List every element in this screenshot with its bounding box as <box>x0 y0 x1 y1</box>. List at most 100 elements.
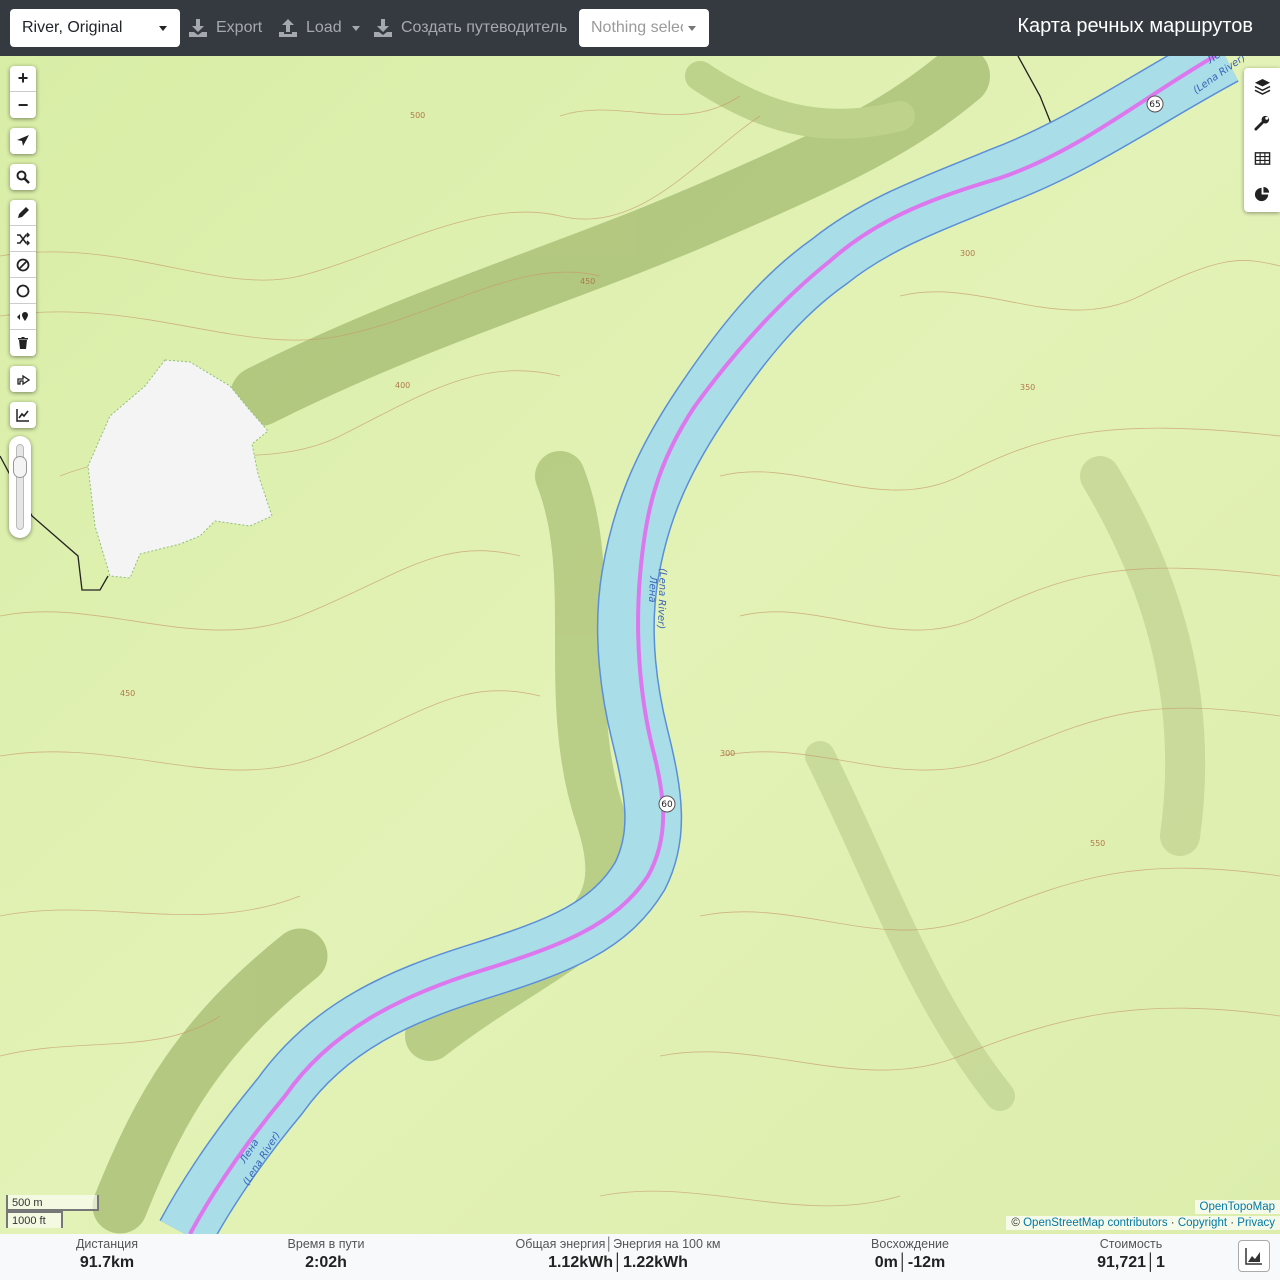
stat-label: Стоимость <box>1099 1237 1163 1251</box>
attribution: © OpenStreetMap contributors · Copyright… <box>1006 1216 1280 1230</box>
poi-icon <box>17 311 28 321</box>
route-stats-bar: Дистанция 91.7km Время в пути 2:02h Обща… <box>0 1234 1280 1280</box>
topo-map[interactable]: 500 450 400 300 350 300 550 450 65 60 Ле… <box>0 56 1280 1234</box>
stat-energy: Общая энергия│Энергия на 100 км 1.12kWh│… <box>516 1234 721 1272</box>
draw-toolbar <box>10 200 36 356</box>
opentopomap-link[interactable]: OpenTopoMap <box>1200 1201 1275 1213</box>
elevation-chart-button[interactable] <box>10 402 36 428</box>
pie-chart-icon <box>1254 186 1269 201</box>
separator: · <box>1170 1217 1175 1229</box>
search-control <box>10 164 36 190</box>
svg-text:550: 550 <box>1090 839 1105 848</box>
locate-control <box>10 128 36 154</box>
stat-value: 91.7km <box>79 1254 135 1271</box>
copyright-link[interactable]: Copyright <box>1178 1217 1227 1229</box>
chevron-down-icon <box>688 26 696 31</box>
route-select-placeholder: Nothing selected <box>591 19 683 36</box>
attribution-layer: OpenTopoMap <box>1194 1200 1280 1214</box>
right-toolbar <box>1244 68 1280 212</box>
settings-icon <box>1253 115 1269 131</box>
create-guide-button[interactable]: Создать путеводитель <box>373 9 567 47</box>
shuffle-button[interactable] <box>10 226 36 252</box>
app-title: Карта речных маршрутов <box>1017 15 1253 37</box>
draw-route-button[interactable] <box>10 200 36 226</box>
upload-icon <box>279 19 297 37</box>
download-icon <box>189 19 207 37</box>
poi-button[interactable] <box>10 304 36 330</box>
svg-text:(Lena River): (Lena River) <box>655 568 668 629</box>
search-button[interactable] <box>10 164 36 190</box>
circle-button[interactable] <box>10 278 36 304</box>
map-canvas[interactable]: 500 450 400 300 350 300 550 450 65 60 Ле… <box>0 56 1280 1234</box>
elevation-control <box>10 402 36 428</box>
chevron-down-icon <box>351 25 360 31</box>
stat-time: Время в пути 2:02h <box>288 1234 365 1272</box>
settings-button[interactable] <box>1244 104 1280 140</box>
svg-text:450: 450 <box>120 689 135 698</box>
no-go-icon <box>16 258 30 271</box>
slider-thumb[interactable] <box>13 456 27 478</box>
separator: · <box>1230 1217 1235 1229</box>
draw-icon <box>18 206 29 218</box>
svg-text:350: 350 <box>1020 383 1035 392</box>
km-marker[interactable]: 60 <box>658 795 676 813</box>
table-icon <box>1254 151 1270 165</box>
shuffle-icon <box>17 231 30 246</box>
load-label: Load <box>306 19 342 36</box>
zoom-control: + − <box>10 66 36 118</box>
reverse-route-button[interactable] <box>10 366 36 392</box>
scale-metric: 500 m <box>6 1195 99 1211</box>
search-icon <box>16 170 30 184</box>
export-label: Export <box>216 19 263 36</box>
svg-text:300: 300 <box>720 749 735 758</box>
stat-label: Дистанция <box>75 1237 139 1251</box>
table-button[interactable] <box>1244 140 1280 176</box>
stat-value: 1.12kWh│1.22kWh <box>548 1254 688 1271</box>
locate-button[interactable] <box>10 128 36 154</box>
km-marker[interactable]: 65 <box>1146 95 1164 113</box>
create-guide-label: Создать путеводитель <box>401 19 568 36</box>
reverse-icon <box>17 374 30 386</box>
top-navbar: River, Original Export Load Создать путе… <box>0 0 1280 56</box>
stat-cost: Стоимость 91,721│1 <box>1097 1234 1165 1272</box>
svg-text:65: 65 <box>1149 100 1160 110</box>
zoom-in-button[interactable]: + <box>10 66 36 92</box>
statistics-button[interactable] <box>1244 176 1280 212</box>
circle-icon <box>16 284 30 297</box>
delete-button[interactable] <box>10 330 36 356</box>
copyright-sign: © <box>1011 1217 1020 1229</box>
osm-link[interactable]: OpenStreetMap contributors <box>1023 1217 1167 1229</box>
stat-value: 2:02h <box>305 1254 347 1271</box>
svg-text:300: 300 <box>960 249 975 258</box>
no-go-area-button[interactable] <box>10 252 36 278</box>
stat-label: Общая энергия│Энергия на 100 км <box>515 1237 721 1251</box>
stat-value: 91,721│1 <box>1097 1254 1165 1271</box>
zoom-out-button[interactable]: − <box>10 92 36 118</box>
area-chart-icon <box>1245 1248 1262 1265</box>
stat-label: Восхождение <box>871 1237 949 1251</box>
stat-label: Время в пути <box>287 1237 365 1251</box>
profile-select-value: River, Original <box>22 19 123 36</box>
stat-distance: Дистанция 91.7km <box>76 1234 138 1272</box>
stat-ascent: Восхождение 0m│-12m <box>871 1234 949 1272</box>
layers-icon <box>1254 78 1270 95</box>
svg-text:400: 400 <box>395 381 410 390</box>
load-button[interactable]: Load <box>278 9 360 47</box>
download-icon <box>374 19 392 37</box>
chevron-down-icon <box>159 26 167 31</box>
svg-text:60: 60 <box>661 800 673 810</box>
layers-button[interactable] <box>1244 68 1280 104</box>
route-select[interactable]: Nothing selected <box>579 9 709 47</box>
svg-text:450: 450 <box>580 277 595 286</box>
delete-icon <box>18 337 28 349</box>
reverse-control <box>10 366 36 392</box>
export-button[interactable]: Export <box>188 9 262 47</box>
stat-value: 0m│-12m <box>874 1254 946 1271</box>
svg-text:500: 500 <box>410 111 425 120</box>
locate-icon <box>17 135 29 146</box>
elevation-profile-button[interactable] <box>1238 1240 1270 1272</box>
scale-imperial: 1000 ft <box>6 1211 63 1228</box>
privacy-link[interactable]: Privacy <box>1237 1217 1275 1229</box>
profile-select[interactable]: River, Original <box>10 9 180 47</box>
opacity-slider[interactable] <box>9 436 31 538</box>
